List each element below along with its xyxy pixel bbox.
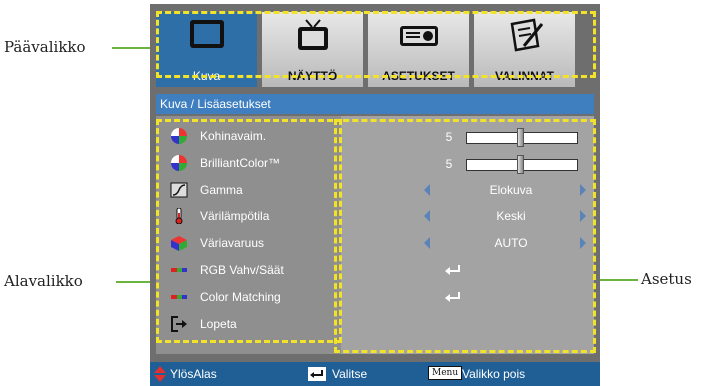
- footer-bar: YlösAlas Valitse Menu Valikko pois: [150, 362, 600, 386]
- main-menu-callout: Päävalikko: [4, 38, 86, 56]
- menu-key-icon: Menu: [428, 366, 463, 380]
- settings-highlight: [334, 119, 596, 353]
- footer-exit-label: Valikko pois: [462, 367, 526, 381]
- sub-menu-highlight: [156, 119, 342, 343]
- footer-nav-label: YlösAlas: [170, 367, 217, 381]
- footer-select-label: Valitse: [332, 367, 368, 381]
- breadcrumb: Kuva / Lisäasetukset: [156, 94, 594, 114]
- main-menu-highlight: [156, 11, 596, 78]
- up-down-arrow-icon: [154, 366, 166, 382]
- sub-menu-callout: Alavalikko: [4, 272, 83, 290]
- setting-callout: Asetus: [641, 270, 692, 288]
- setting-callout-line: [598, 279, 638, 281]
- enter-key-icon: [308, 367, 326, 381]
